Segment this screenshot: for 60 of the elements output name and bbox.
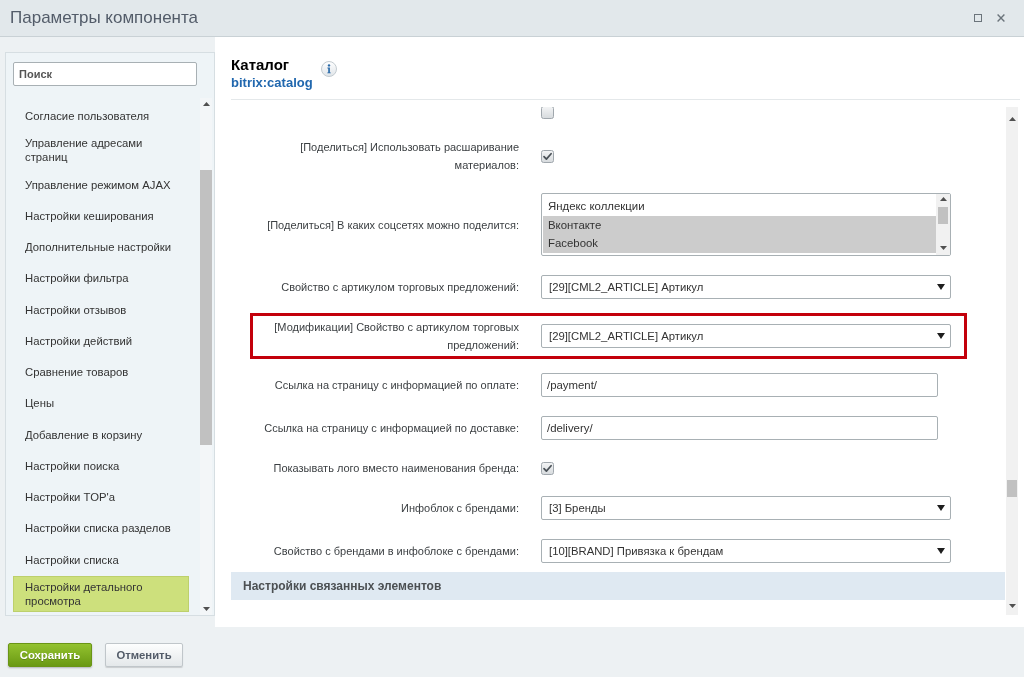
caret-icon — [937, 284, 945, 290]
scroll-thumb[interactable] — [938, 207, 948, 224]
scroll-down-icon[interactable] — [202, 607, 210, 611]
scroll-down-icon[interactable] — [939, 246, 947, 250]
list-option[interactable]: Яндекс коллекции — [543, 197, 936, 216]
scroll-down-icon[interactable] — [1008, 604, 1016, 608]
setting-label: Показывать лого вместо наименования бренда: — [273, 461, 519, 476]
sidebar-item[interactable]: Настройки фильтра — [13, 263, 189, 294]
sidebar-item[interactable]: Сравнение товаров — [13, 357, 189, 387]
caret-icon — [937, 333, 945, 339]
setting-label: Свойство с брендами в инфоблоке с брендами: — [273, 544, 519, 559]
window-title: Параметры компонента — [10, 8, 199, 28]
sidebar-item[interactable]: Настройки TOP'a — [13, 482, 189, 512]
checkbox[interactable] — [541, 149, 554, 163]
setting-label: Ссылка на страницу с информацией по оплате: — [274, 378, 519, 393]
sidebar-item[interactable]: Управление адресами страниц — [13, 132, 189, 169]
component-code: bitrix:catalog — [231, 75, 313, 90]
setting-label: Инфоблок с брендами: — [401, 501, 519, 516]
scroll-thumb[interactable] — [200, 170, 212, 445]
sidebar-item[interactable]: Настройки списка разделов — [13, 513, 189, 544]
maximize-icon[interactable] — [974, 14, 982, 22]
sidebar-item[interactable]: Согласие пользователя — [13, 101, 189, 131]
scroll-thumb[interactable] — [1007, 480, 1017, 497]
close-icon[interactable] — [997, 14, 1005, 22]
sidebar-item[interactable]: Цены — [13, 388, 189, 419]
caret-icon — [937, 505, 945, 511]
scroll-up-icon[interactable] — [939, 197, 947, 201]
scroll-up-icon[interactable] — [202, 102, 210, 106]
search-field[interactable]: Поиск — [13, 62, 197, 86]
setting-label: [Поделиться] В каких соцсетях можно поделится: — [267, 217, 519, 233]
sidebar-item[interactable]: Настройки поиска — [13, 450, 189, 481]
checkbox[interactable] — [541, 107, 554, 119]
setting-label: [Поделиться] Использовать расшаривание материалов: — [299, 140, 519, 173]
dropdown[interactable]: [29][CML2_ARTICLE] Артикул — [541, 275, 951, 299]
setting-label: [Модификации] Свойство с артикулом торговых предложений: — [273, 320, 519, 353]
setting-label: Свойство с артикулом торговых предложений: — [281, 280, 519, 295]
listbox[interactable]: Яндекс коллекции Вконтакте Facebook — [541, 193, 951, 256]
sidebar-item[interactable]: Настройки детального просмотра — [13, 575, 189, 612]
dropdown[interactable]: [3] Бренды — [541, 496, 951, 520]
checkbox[interactable] — [541, 461, 554, 475]
sidebar-item[interactable]: Добавление в корзину — [13, 419, 189, 450]
sidebar-item[interactable]: Настройки действий — [13, 325, 189, 356]
sidebar-item[interactable]: Управление режимом AJAX — [13, 169, 189, 200]
caret-icon — [937, 548, 945, 554]
sidebar-item[interactable]: Настройки списка — [13, 544, 189, 575]
list-option[interactable]: Вконтакте — [543, 215, 936, 234]
list-option[interactable]: Facebook — [543, 234, 936, 253]
setting-label: Ссылка на страницу с информацией по доставке: — [264, 421, 519, 436]
scroll-up-icon[interactable] — [1008, 117, 1016, 121]
info-icon[interactable] — [320, 61, 337, 77]
component-title: Каталог — [231, 56, 290, 74]
dropdown[interactable]: [10][BRAND] Привязка к брендам — [541, 539, 951, 563]
input-field[interactable]: /payment/ — [541, 373, 938, 397]
cancel-button[interactable]: Отменить — [105, 643, 183, 667]
sidebar-item[interactable]: Дополнительные настройки — [13, 232, 189, 262]
dropdown[interactable]: [29][CML2_ARTICLE] Артикул — [541, 324, 951, 348]
sidebar-item[interactable]: Настройки кеширования — [13, 200, 189, 231]
section-header: Настройки связанных элементов — [231, 572, 1005, 600]
input-field[interactable]: /delivery/ — [541, 416, 938, 440]
sidebar-item[interactable]: Настройки отзывов — [13, 294, 189, 325]
